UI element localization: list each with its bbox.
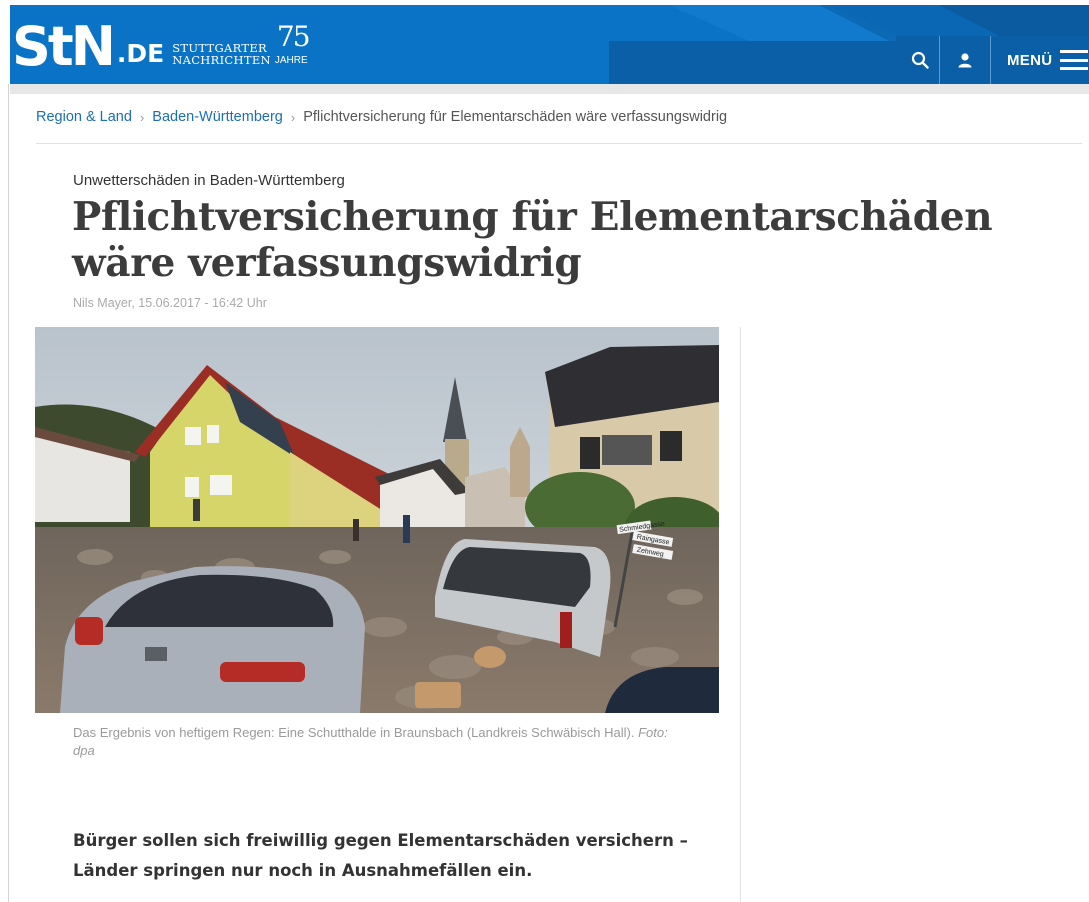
search-button[interactable] <box>896 36 944 84</box>
header-subbar <box>10 84 1089 94</box>
menu-button[interactable]: MENÜ <box>991 36 1089 84</box>
anniversary-number: 75 <box>276 20 311 53</box>
caption-text: Das Ergebnis von heftigem Regen: Eine Sc… <box>73 725 635 740</box>
search-icon <box>911 51 929 69</box>
logo-publication-name: STUTTGARTER NACHRICHTEN <box>172 42 271 66</box>
menu-label: MENÜ <box>1007 51 1053 69</box>
breadcrumb-separator: › <box>290 109 296 125</box>
hamburger-icon <box>1060 50 1089 70</box>
article-byline: Nils Mayer, 15.06.2017 - 16:42 Uhr <box>73 296 267 310</box>
anniversary-label: JAHRE <box>274 55 308 66</box>
article-photo[interactable]: Schmiedgasse Raingasse Zehrweg <box>35 327 719 713</box>
site-logo[interactable]: StN .DE STUTTGARTER NACHRICHTEN 75 JAHRE <box>12 15 315 75</box>
page-edge-divider <box>8 84 9 902</box>
headline-line-1: Pflichtversicherung für Elementarschäden <box>72 194 993 240</box>
user-icon <box>958 53 972 68</box>
lead-line-1: Bürger sollen sich freiwillig gegen Elem… <box>73 831 688 850</box>
logo-domain: .DE <box>116 39 165 68</box>
breadcrumb-link-region[interactable]: Region & Land <box>36 109 132 125</box>
breadcrumb-divider <box>36 143 1082 144</box>
logo-stn: StN <box>12 15 116 78</box>
logo-name-line2: NACHRICHTEN <box>172 53 271 67</box>
lead-line-2: Länder springen nur noch in Ausnahmefäll… <box>73 861 533 880</box>
breadcrumb: Region & Land › Baden-Württemberg › Pfli… <box>36 109 727 125</box>
flood-damage-photo: Schmiedgasse Raingasse Zehrweg <box>35 327 719 713</box>
breadcrumb-separator: › <box>139 109 145 125</box>
headline-line-2: wäre verfassungswidrig <box>72 240 582 286</box>
breadcrumb-current: Pflichtversicherung für Elementarschäden… <box>303 109 728 125</box>
column-divider <box>740 327 741 902</box>
article-kicker: Unwetterschäden in Baden-Württemberg <box>73 172 345 189</box>
photo-caption: Das Ergebnis von heftigem Regen: Eine Sc… <box>73 724 693 760</box>
breadcrumb-link-bw[interactable]: Baden-Württemberg <box>152 109 283 125</box>
page: StN .DE STUTTGARTER NACHRICHTEN 75 JAHRE… <box>0 0 1089 902</box>
account-button[interactable] <box>940 36 990 84</box>
anniversary-badge: 75 JAHRE <box>275 16 315 66</box>
article-headline: Pflichtversicherung für Elementarschäden… <box>72 194 1012 286</box>
article-lead: Bürger sollen sich freiwillig gegen Elem… <box>73 826 693 886</box>
